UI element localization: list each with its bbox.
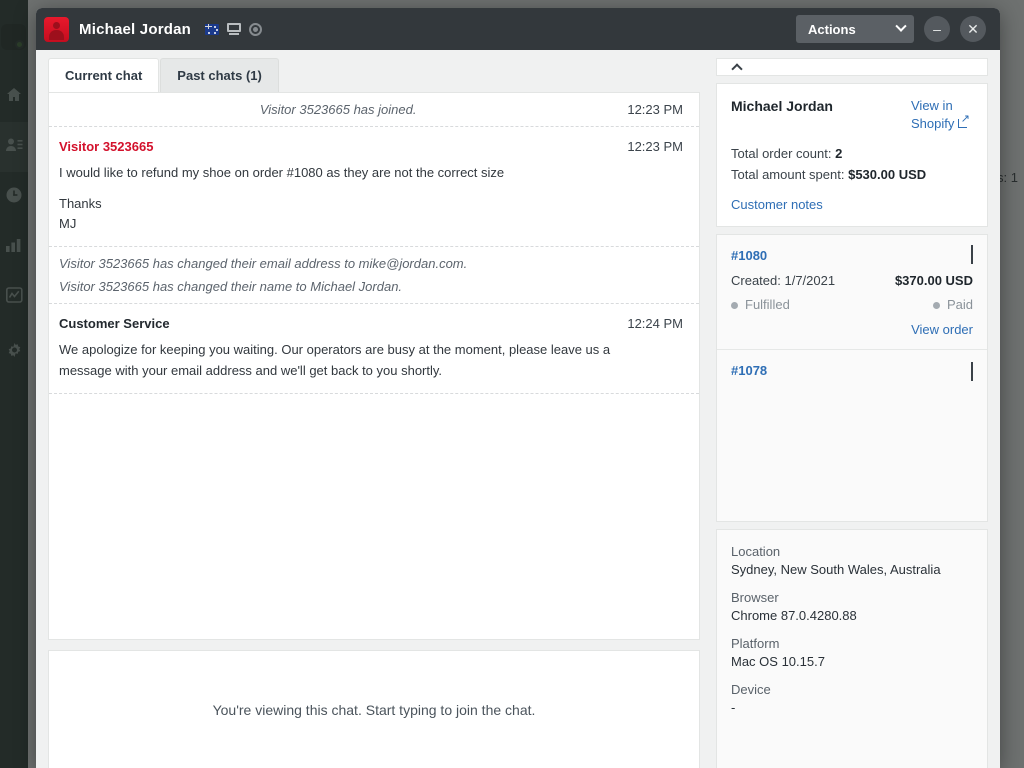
message-author: Visitor 3523665 bbox=[59, 139, 153, 154]
modal-header: Michael Jordan Actions bbox=[36, 8, 1000, 50]
customer-name: Michael Jordan bbox=[731, 98, 911, 133]
device-label: Device bbox=[731, 682, 973, 697]
order-amount: $370.00 USD bbox=[895, 273, 973, 288]
total-order-count-value: 2 bbox=[835, 146, 842, 161]
payment-status: Paid bbox=[947, 297, 973, 312]
browser-value: Chrome 87.0.4280.88 bbox=[731, 608, 973, 623]
actions-button-label: Actions bbox=[808, 22, 856, 37]
system-event-row: Visitor 3523665 has joined. 12:23 PM bbox=[49, 93, 699, 127]
system-event-text: Visitor 3523665 has changed their name t… bbox=[59, 279, 402, 294]
fulfillment-status-dot bbox=[731, 302, 738, 309]
system-event-text: Visitor 3523665 has changed their email … bbox=[59, 256, 467, 271]
browser-label: Browser bbox=[731, 590, 973, 605]
browser-icon bbox=[249, 23, 262, 36]
tab-past-chats[interactable]: Past chats (1) bbox=[160, 58, 279, 92]
location-value: Sydney, New South Wales, Australia bbox=[731, 562, 973, 577]
close-button[interactable]: ✕ bbox=[960, 16, 986, 42]
chat-tabs: Current chat Past chats (1) bbox=[48, 58, 700, 92]
tab-current-chat[interactable]: Current chat bbox=[48, 58, 159, 92]
message-line-2: Thanks bbox=[59, 196, 102, 211]
system-event-row: Visitor 3523665 has changed their email … bbox=[49, 247, 699, 304]
chevron-up-icon bbox=[971, 245, 973, 264]
total-order-count-label: Total order count: bbox=[731, 146, 831, 161]
minimize-button[interactable]: – bbox=[924, 16, 950, 42]
external-link-icon bbox=[958, 117, 969, 128]
order-created: Created: 1/7/2021 bbox=[731, 273, 835, 288]
header-actions: Actions – ✕ bbox=[796, 15, 986, 43]
view-in-shopify-label: View in Shopify bbox=[911, 98, 954, 131]
total-order-count: Total order count: 2 bbox=[731, 143, 973, 164]
actions-button[interactable]: Actions bbox=[796, 15, 914, 43]
payment-status-dot bbox=[933, 302, 940, 309]
chat-modal: Michael Jordan Actions bbox=[36, 8, 1000, 768]
message-line-3: MJ bbox=[59, 216, 76, 231]
fulfillment-status: Fulfilled bbox=[745, 297, 790, 312]
total-amount-spent: Total amount spent: $530.00 USD bbox=[731, 164, 973, 185]
customer-notes-link[interactable]: Customer notes bbox=[717, 185, 987, 226]
message-time: 12:24 PM bbox=[627, 316, 683, 331]
chevron-up-icon bbox=[731, 63, 742, 74]
location-label: Location bbox=[731, 544, 973, 559]
chevron-down-icon bbox=[895, 21, 906, 32]
chat-transcript[interactable]: Visitor 3523665 has joined. 12:23 PM Vis… bbox=[48, 92, 700, 640]
order-collapse-toggle[interactable] bbox=[971, 247, 973, 265]
modal-body: Current chat Past chats (1) Visitor 3523… bbox=[36, 50, 1000, 768]
order-id[interactable]: #1080 bbox=[731, 248, 767, 263]
customer-avatar bbox=[44, 17, 69, 42]
message-time: 12:23 PM bbox=[627, 139, 683, 154]
platform-label: Platform bbox=[731, 636, 973, 651]
message-line-1: I would like to refund my shoe on order … bbox=[59, 165, 504, 180]
total-amount-spent-value: $530.00 USD bbox=[848, 167, 926, 182]
message-row: Customer Service 12:24 PM We apologize f… bbox=[49, 304, 699, 393]
order-id[interactable]: #1078 bbox=[731, 363, 767, 378]
message-composer[interactable]: You're viewing this chat. Start typing t… bbox=[48, 650, 700, 768]
order-item: #1080 Created: 1/7/2021 $370.00 USD Fulf… bbox=[717, 235, 987, 350]
total-amount-spent-label: Total amount spent: bbox=[731, 167, 844, 182]
monitor-icon bbox=[227, 23, 241, 36]
technical-details-card: Location Sydney, New South Wales, Austra… bbox=[716, 529, 988, 768]
order-expand-toggle[interactable] bbox=[971, 362, 973, 380]
chat-pane: Current chat Past chats (1) Visitor 3523… bbox=[36, 50, 708, 768]
message-body: I would like to refund my shoe on order … bbox=[59, 163, 683, 234]
platform-value: Mac OS 10.15.7 bbox=[731, 654, 973, 669]
customer-sidebar: Michael Jordan View in Shopify Total ord… bbox=[708, 50, 1000, 768]
device-value: - bbox=[731, 700, 973, 715]
message-body: We apologize for keeping you waiting. Ou… bbox=[59, 340, 659, 380]
shopify-customer-card: Michael Jordan View in Shopify Total ord… bbox=[716, 83, 988, 227]
order-item: #1078 bbox=[717, 350, 987, 392]
orders-card: #1080 Created: 1/7/2021 $370.00 USD Fulf… bbox=[716, 234, 988, 522]
message-author: Customer Service bbox=[59, 316, 170, 331]
system-event-text: Visitor 3523665 has joined. bbox=[59, 102, 617, 117]
page-title: Michael Jordan bbox=[79, 21, 191, 38]
header-icon-group bbox=[205, 23, 262, 36]
chevron-down-icon bbox=[971, 362, 973, 381]
view-order-link[interactable]: View order bbox=[731, 322, 973, 337]
composer-hint: You're viewing this chat. Start typing t… bbox=[213, 702, 536, 718]
view-in-shopify-link[interactable]: View in Shopify bbox=[911, 98, 973, 133]
message-row: Visitor 3523665 12:23 PM I would like to… bbox=[49, 127, 699, 247]
flag-australia-icon bbox=[205, 24, 219, 35]
sidebar-collapse-toggle[interactable] bbox=[716, 58, 988, 76]
system-event-time: 12:23 PM bbox=[627, 102, 683, 117]
